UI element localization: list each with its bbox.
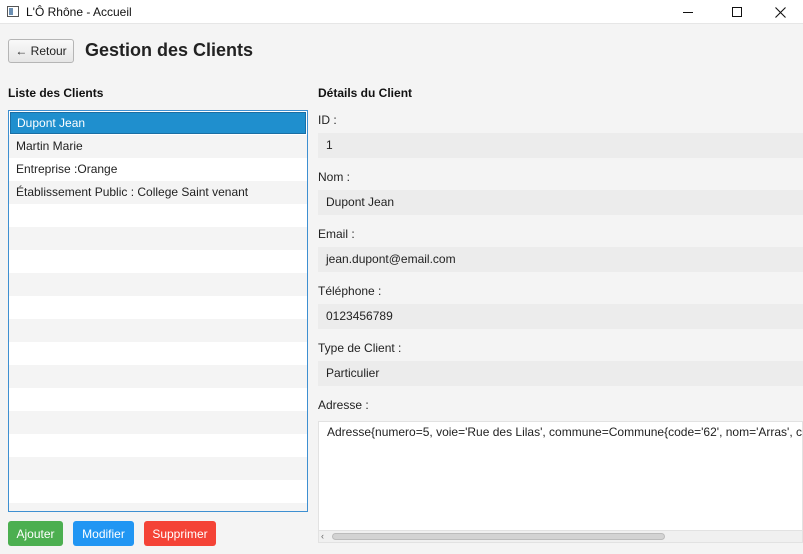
empty-list-row [9,457,307,480]
window-title: L'Ô Rhône - Accueil [26,5,132,19]
page-title: Gestion des Clients [85,40,254,60]
client-list[interactable]: Dupont Jean Martin Marie Entreprise :Ora… [8,110,308,512]
app-window-icon [7,6,19,17]
address-text: Adresse{numero=5, voie='Rue des Lilas', … [327,425,803,439]
maximize-button[interactable] [714,0,760,24]
delete-client-button[interactable]: Supprimer [144,521,216,546]
scroll-left-icon[interactable]: ‹ [321,532,329,541]
empty-list-row [9,273,307,296]
client-details-heading: Détails du Client [318,86,413,100]
client-list-item[interactable]: Entreprise :Orange [9,158,307,181]
empty-list-row [9,296,307,319]
name-field[interactable]: Dupont Jean [318,190,803,215]
client-list-item[interactable]: Martin Marie [9,135,307,158]
client-list-item-selected[interactable]: Dupont Jean [10,112,306,134]
empty-list-row [9,434,307,457]
empty-list-row [9,388,307,411]
empty-list-row [9,342,307,365]
address-horizontal-scrollbar[interactable]: ‹ [319,530,802,542]
scrollbar-thumb[interactable] [332,533,665,540]
empty-list-row [9,411,307,434]
close-icon [774,6,786,18]
phone-field[interactable]: 0123456789 [318,304,803,329]
back-button[interactable]: ← Retour [8,39,74,63]
phone-label: Téléphone : [318,284,382,298]
email-label: Email : [318,227,355,241]
id-label: ID : [318,113,337,127]
id-field[interactable]: 1 [318,133,803,158]
client-list-item[interactable]: Établissement Public : College Saint ven… [9,181,307,204]
empty-list-row [9,204,307,227]
empty-list-row [9,365,307,388]
client-type-label: Type de Client : [318,341,402,355]
empty-list-row [9,480,307,503]
client-type-field[interactable]: Particulier [318,361,803,386]
empty-list-row [9,319,307,342]
empty-list-row [9,227,307,250]
email-field[interactable]: jean.dupont@email.com [318,247,803,272]
window-titlebar: L'Ô Rhône - Accueil [0,0,803,24]
address-textarea[interactable]: Adresse{numero=5, voie='Rue des Lilas', … [318,421,803,543]
empty-list-row [9,250,307,273]
minimize-icon [683,11,693,13]
add-client-button[interactable]: Ajouter [8,521,63,546]
name-label: Nom : [318,170,351,184]
client-list-heading: Liste des Clients [8,86,104,100]
minimize-button[interactable] [665,0,711,24]
maximize-icon [732,7,742,17]
close-button[interactable] [757,0,803,24]
edit-client-button[interactable]: Modifier [73,521,134,546]
empty-list-row [9,503,307,511]
address-label: Adresse : [318,398,369,412]
